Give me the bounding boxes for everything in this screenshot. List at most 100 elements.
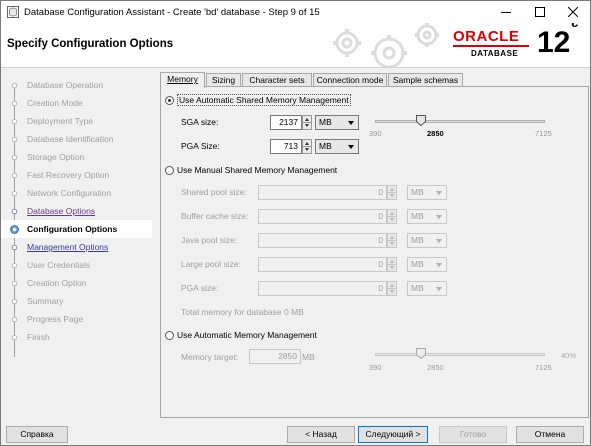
- pga-stepper[interactable]: [387, 281, 397, 296]
- nav-step-creation-mode: Creation Mode: [1, 94, 152, 112]
- asmm-label-text: Use Automatic Shared Memory Management: [177, 94, 351, 106]
- nav-step-management-options[interactable]: Management Options: [1, 238, 152, 256]
- chevron-down-icon: [436, 239, 442, 243]
- maximize-button[interactable]: [523, 1, 557, 23]
- java-pool-label: Java pool size:: [181, 235, 238, 245]
- tab-memory[interactable]: Memory: [160, 72, 205, 88]
- amm-radio[interactable]: [165, 331, 174, 340]
- shared-pool-unit-select[interactable]: MB: [407, 185, 447, 200]
- finish-button[interactable]: Готово: [439, 426, 507, 443]
- pga-size-stepper[interactable]: [302, 139, 312, 154]
- pga-size-input[interactable]: 713: [270, 139, 302, 154]
- manual-memory-radio[interactable]: [165, 166, 174, 175]
- pga-input[interactable]: 0: [258, 281, 387, 296]
- pga-label: PGA size:: [181, 283, 219, 293]
- amm-label[interactable]: Use Automatic Memory Management: [177, 330, 317, 340]
- tab-character-sets[interactable]: Character sets: [242, 73, 312, 87]
- step-bullet-icon: [11, 262, 18, 268]
- tab-character-sets-label: Character sets: [249, 75, 305, 85]
- java-pool-unit-select[interactable]: MB: [407, 233, 447, 248]
- nav-step-label: Storage Option: [27, 152, 85, 162]
- java-pool-input[interactable]: 0: [258, 233, 387, 248]
- nav-step-label: Summary: [27, 296, 64, 306]
- nav-step-finish: Finish: [1, 328, 152, 346]
- buffer-cache-stepper[interactable]: [387, 209, 397, 224]
- large-pool-unit-select[interactable]: MB: [407, 257, 447, 272]
- nav-step-database-options[interactable]: Database Options: [1, 202, 152, 220]
- help-button[interactable]: Справка: [6, 426, 68, 443]
- nav-step-label: Finish: [27, 332, 50, 342]
- buffer-cache-label: Buffer cache size:: [181, 211, 249, 221]
- current-step-icon: [10, 224, 19, 234]
- header-banner: Specify Configuration Options ORACLE DAT…: [1, 23, 590, 68]
- memory-target-label: Memory target:: [181, 352, 239, 362]
- step-bullet-icon: [11, 100, 18, 106]
- app-icon: [7, 6, 19, 18]
- nav-step-summary: Summary: [1, 292, 152, 310]
- pga-unit-value: MB: [319, 141, 332, 151]
- buffer-cache-unit-select[interactable]: MB: [407, 209, 447, 224]
- shared-pool-input[interactable]: 0: [258, 185, 387, 200]
- step-bullet-icon: [11, 316, 18, 322]
- window-title: Database Configuration Assistant - Creat…: [24, 7, 320, 18]
- nav-step-deployment-type: Deployment Type: [1, 112, 152, 130]
- pga-label: PGA Size:: [181, 141, 220, 151]
- memory-target-input[interactable]: 2850: [249, 349, 301, 364]
- buffer-cache-input[interactable]: 0: [258, 209, 387, 224]
- nav-step-label: Progress Page: [27, 314, 84, 324]
- back-button[interactable]: < Назад: [287, 426, 355, 443]
- sga-size-input[interactable]: 2137: [270, 115, 302, 130]
- amm-slider-thumb[interactable]: [415, 348, 426, 359]
- oracle-logo: ORACLE DATABASE: [453, 28, 531, 62]
- step-bullet-icon: [11, 334, 18, 340]
- tab-sample-schemas-label: Sample schemas: [392, 75, 459, 85]
- sga-size-stepper[interactable]: [302, 115, 312, 130]
- manual-memory-label[interactable]: Use Manual Shared Memory Management: [177, 165, 337, 175]
- step-bullet-icon: [11, 172, 18, 178]
- nav-step-label: Creation Mode: [27, 98, 83, 108]
- asmm-label[interactable]: Use Automatic Shared Memory Management: [177, 94, 351, 106]
- sga-unit-select[interactable]: MB: [315, 115, 359, 130]
- step-bullet-icon: [11, 244, 18, 250]
- nav-step-label: Database Identification: [27, 134, 114, 144]
- total-memory-text: Total memory for database 0 MB: [181, 307, 304, 317]
- version-number: 12: [537, 26, 571, 59]
- step-bullet-icon: [11, 280, 18, 286]
- memory-panel: Use Automatic Shared Memory Management S…: [160, 86, 589, 418]
- tab-connection-mode-label: Connection mode: [316, 75, 384, 85]
- minimize-button[interactable]: [489, 1, 523, 23]
- chevron-down-icon: [436, 263, 442, 267]
- version-suffix: c: [571, 23, 578, 30]
- shared-pool-stepper[interactable]: [387, 185, 397, 200]
- nav-step-progress-page: Progress Page: [1, 310, 152, 328]
- large-pool-stepper[interactable]: [387, 257, 397, 272]
- close-button[interactable]: [556, 1, 590, 23]
- nav-step-creation-option: Creation Option: [1, 274, 152, 292]
- maximize-icon: [535, 7, 545, 17]
- tab-connection-mode[interactable]: Connection mode: [313, 73, 387, 87]
- java-pool-stepper[interactable]: [387, 233, 397, 248]
- version-logo: 12c: [537, 23, 579, 60]
- shared-pool-label: Shared pool size:: [181, 187, 247, 197]
- chevron-down-icon: [436, 191, 442, 195]
- amm-memory-slider[interactable]: [375, 353, 545, 356]
- amm-percent: 40%: [561, 351, 577, 360]
- cancel-button[interactable]: Отмена: [516, 426, 584, 443]
- pga-unit-select[interactable]: MB: [407, 281, 447, 296]
- step-navigation: Database Operation Creation Mode Deploymen…: [1, 69, 152, 423]
- next-button[interactable]: Следующий >: [358, 426, 428, 443]
- nav-step-user-credentials: User Credentials: [1, 256, 152, 274]
- close-icon: [568, 7, 578, 17]
- asmm-radio[interactable]: [165, 96, 174, 105]
- large-pool-input[interactable]: 0: [258, 257, 387, 272]
- tab-sizing[interactable]: Sizing: [206, 73, 241, 87]
- asmm-slider-thumb[interactable]: [415, 115, 426, 126]
- amm-slider-max: 7125: [535, 363, 552, 372]
- asmm-slider-max: 7125: [535, 129, 552, 138]
- large-pool-unit-value: MB: [411, 259, 424, 269]
- pga-unit-select[interactable]: MB: [315, 139, 359, 154]
- asmm-memory-slider[interactable]: [375, 120, 545, 123]
- tab-sample-schemas[interactable]: Sample schemas: [388, 73, 463, 87]
- amm-slider-value: 2850: [427, 363, 444, 372]
- step-bullet-icon: [11, 136, 18, 142]
